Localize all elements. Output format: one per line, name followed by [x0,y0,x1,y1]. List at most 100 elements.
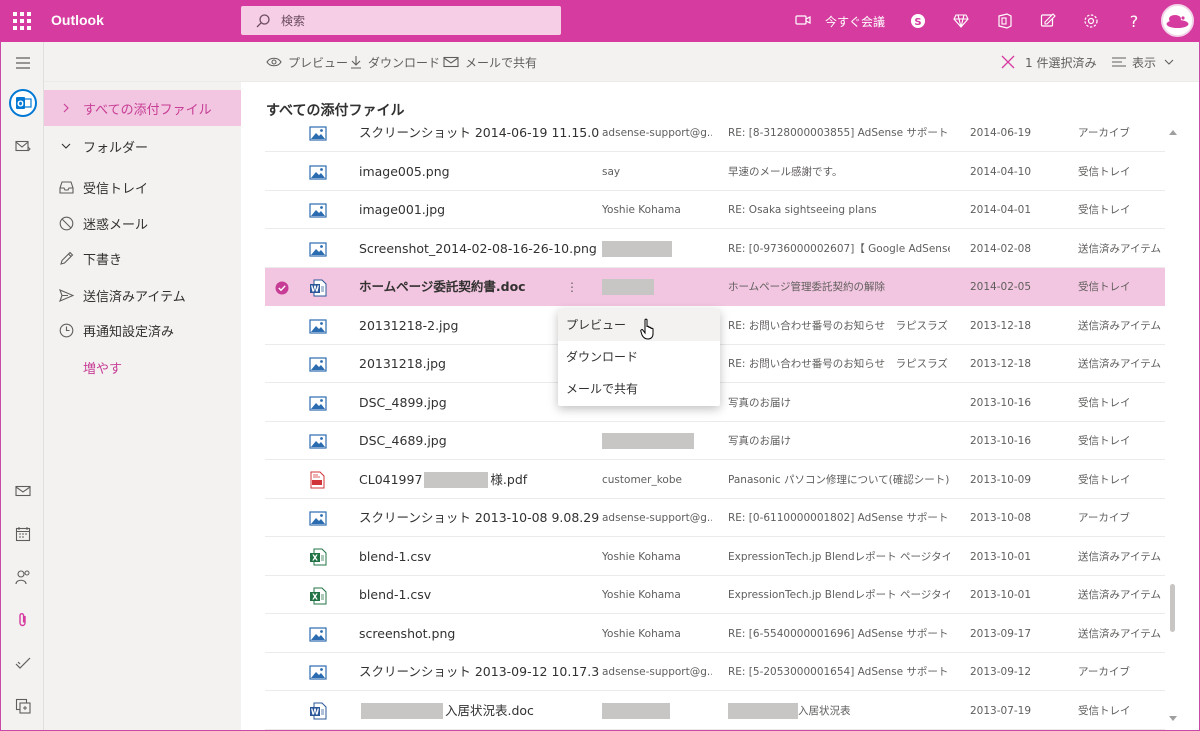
people-icon[interactable] [1,562,44,592]
attachment-row[interactable]: W 入居状況表.doc 入居状況表 2013-07-19 受信トレイ [265,692,1165,730]
more-apps-icon[interactable] [1,691,44,721]
date: 2013-10-16 [970,396,1032,409]
folder: 受信トレイ [1078,435,1131,447]
gear-icon[interactable] [1081,11,1101,31]
diamond-icon[interactable] [951,11,971,31]
folder-item-inbox[interactable]: 受信トレイ [44,169,241,205]
skype-icon[interactable]: S [908,11,928,31]
scroll-up-icon[interactable] [1169,130,1177,135]
all-attachments-item[interactable]: すべての添付ファイル [44,90,241,126]
attachment-row[interactable]: スクリーンショット 2013-10-08 9.08.29 AM...adsens… [265,499,1165,537]
folders-header-label: フォルダー [83,140,149,156]
sender [602,268,712,306]
folder: 送信済みアイテム [1078,242,1161,255]
file-name[interactable]: スクリーンショット 2013-10-08 9.08.29 AM... [359,499,599,537]
attachment-row[interactable]: image005.png say 早速のメール感謝です。 2014-04-10 受信トレ… [265,153,1165,191]
scroll-thumb[interactable] [1170,584,1175,632]
attachment-icon[interactable] [1,605,44,635]
more-folders-link[interactable]: 増やす [44,349,241,385]
date: 2013-09-12 [970,666,1032,678]
attachment-row[interactable]: Xblend-1.csv Yoshie Kohama ExpressionTech.… [265,538,1165,576]
context-menu-share[interactable]: メールで共有 [558,373,720,405]
subject: RE: お問い合わせ番号のお知らせ ラピスラズリ専... [728,319,950,332]
attachment-row[interactable]: image001.jpg Yoshie Kohama RE: Osaka sight… [265,191,1165,229]
waffle-icon[interactable] [13,12,31,30]
file-name[interactable]: CL041997 様.pdf [359,461,599,499]
image-file-icon [309,307,327,345]
file-name[interactable]: image005.png [359,153,599,191]
folder-pane: すべての添付ファイル フォルダー 受信トレイ 迷惑メール 下書き 送信済みアイテ… [44,82,241,730]
office-icon[interactable] [995,11,1015,31]
word-file-icon: W [309,268,327,306]
image-file-icon [309,191,327,229]
row-checkbox[interactable] [275,268,291,306]
file-name[interactable]: DSC_4689.jpg [359,422,599,460]
calendar-icon[interactable] [1,519,44,549]
subject: RE: Osaka sightseeing plans [728,204,877,216]
attachment-row[interactable]: screenshot.png Yoshie Kohama RE: [6-554000… [265,615,1165,653]
share-command[interactable]: メールで共有 [443,42,537,82]
context-menu-preview[interactable]: プレビュー [558,309,720,341]
attachment-row[interactable]: Xblend-1.csv Yoshie Kohama ExpressionTech.… [265,576,1165,614]
file-name[interactable]: image001.jpg [359,191,599,229]
search-input[interactable] [281,11,541,30]
context-menu-download[interactable]: ダウンロード [558,341,720,373]
folder: アーカイブ [1078,512,1130,524]
folder-item-sent[interactable]: 送信済みアイテム [44,277,241,313]
app-title[interactable]: Outlook [51,12,104,28]
sender: customer_kobe [602,473,682,486]
subject: Panasonic パソコン修理について(確認シート) [728,473,950,486]
download-command[interactable]: ダウンロード [350,42,440,82]
todo-icon[interactable] [1,648,44,678]
chevron-down-icon [58,138,74,154]
file-name[interactable]: blend-1.csv [359,576,599,614]
attachment-row[interactable]: スクリーンショット 2014-06-19 11.15.00.pngadsense… [265,116,1165,152]
scroll-down-icon[interactable] [1169,716,1177,721]
attachment-row[interactable]: W ホームページ委託契約書.doc ⋮ ホームページ管理委託契約の解除 2014-02-… [265,268,1165,306]
attachment-row[interactable]: DSC_4689.jpg 写真のお届け 2013-10-16 受信トレイ [265,422,1165,460]
subject: RE: [6-5540000001696] AdSense サポート チーム..… [728,627,950,640]
all-attachments-label: すべての添付ファイル [83,102,212,118]
file-name[interactable]: Screenshot_2014-02-08-16-26-10.png [359,230,599,268]
download-icon [351,56,361,69]
folder-label: 迷惑メール [83,217,149,233]
file-name[interactable]: blend-1.csv [359,538,599,576]
help-icon[interactable]: ? [1124,11,1144,31]
feedback-icon[interactable] [1038,11,1058,31]
preview-command[interactable]: プレビュー [266,42,348,82]
subject: 写真のお届け [728,435,791,447]
clear-selection-command[interactable]: 1 件選択済み [1001,42,1096,82]
avatar[interactable] [1161,4,1194,37]
share-label: メールで共有 [465,55,538,70]
pdf-file-icon [309,461,327,499]
vertical-scrollbar[interactable] [1165,116,1181,730]
view-command[interactable]: 表示 [1112,42,1180,82]
attachment-row[interactable]: CL041997 様.pdf customer_kobe Panasonic パソコン… [265,461,1165,499]
folder-label: 再通知設定済み [83,324,175,340]
outlook-app-icon[interactable]: O [1,88,44,118]
folder-item-snoozed[interactable]: 再通知設定済み [44,312,241,348]
meet-now-button[interactable]: 今すぐ会議 [795,0,885,42]
file-name[interactable]: スクリーンショット 2014-06-19 11.15.00.png [359,116,599,152]
new-mail-icon[interactable] [1,131,44,161]
meet-now-label: 今すぐ会議 [825,14,886,29]
file-name[interactable]: ホームページ委託契約書.doc [359,268,599,306]
folders-header[interactable]: フォルダー [44,128,241,164]
top-bar: Outlook 今すぐ会議 S ? [0,0,1200,42]
hamburger-icon[interactable] [1,48,44,78]
svg-text:W: W [311,284,320,293]
file-name[interactable]: 入居状況表.doc [359,692,599,730]
folder: 送信済みアイテム [1078,627,1161,640]
app-rail: O [1,42,44,730]
folder-item-junk[interactable]: 迷惑メール [44,205,241,241]
file-name[interactable]: screenshot.png [359,615,599,653]
folder-item-drafts[interactable]: 下書き [44,240,241,276]
more-options-button[interactable]: ⋮ [565,268,579,306]
search-box[interactable] [241,6,561,35]
hand-cursor-icon [640,318,656,343]
file-name-prefix: CL041997 [359,471,423,487]
file-name[interactable]: スクリーンショット 2013-09-12 10.17.33 A... [359,653,599,691]
attachment-row[interactable]: Screenshot_2014-02-08-16-26-10.png RE: [0… [265,230,1165,268]
mail-icon[interactable] [1,476,44,506]
attachment-row[interactable]: スクリーンショット 2013-09-12 10.17.33 A...adsens… [265,653,1165,691]
